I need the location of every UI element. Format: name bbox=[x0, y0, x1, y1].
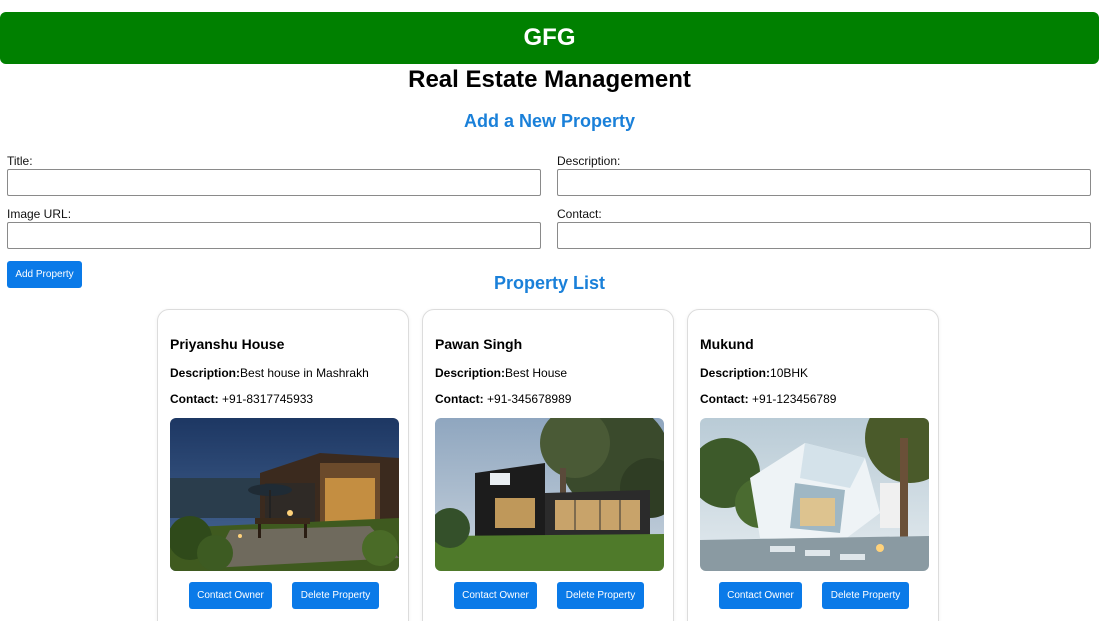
property-image bbox=[700, 418, 929, 571]
title-label: Title: bbox=[7, 154, 33, 168]
title-field: Title: bbox=[7, 154, 541, 196]
property-card: Priyanshu House Description:Best house i… bbox=[157, 309, 409, 621]
contact-value: +91-8317745933 bbox=[222, 392, 314, 406]
property-contact: Contact: +91-8317745933 bbox=[170, 392, 313, 406]
description-key: Description: bbox=[170, 366, 241, 380]
contact-field: Contact: bbox=[557, 207, 1091, 249]
contact-owner-button[interactable]: Contact Owner bbox=[189, 582, 272, 609]
add-property-heading: Add a New Property bbox=[463, 111, 636, 131]
property-title: Pawan Singh bbox=[435, 336, 523, 352]
description-key: Description: bbox=[435, 366, 506, 380]
contact-owner-button[interactable]: Contact Owner bbox=[454, 582, 537, 609]
contact-value: +91-345678989 bbox=[487, 392, 572, 406]
contact-owner-button[interactable]: Contact Owner bbox=[719, 582, 802, 609]
banner-title: GFG bbox=[523, 24, 576, 51]
property-contact: Contact: +91-345678989 bbox=[435, 392, 571, 406]
property-card: Mukund Description:10BHK Contact: +91-12… bbox=[687, 309, 939, 621]
property-list-heading: Property List bbox=[493, 273, 606, 293]
contact-key: Contact: bbox=[435, 392, 484, 406]
image-url-input[interactable] bbox=[7, 222, 541, 249]
property-image bbox=[170, 418, 399, 571]
contact-key: Contact: bbox=[700, 392, 749, 406]
contact-key: Contact: bbox=[170, 392, 219, 406]
contact-input[interactable] bbox=[557, 222, 1091, 249]
contact-label: Contact: bbox=[557, 207, 602, 221]
description-value: 10BHK bbox=[770, 366, 809, 380]
delete-property-button[interactable]: Delete Property bbox=[822, 582, 909, 609]
description-value: Best House bbox=[505, 366, 568, 380]
header-banner: GFG bbox=[0, 12, 1099, 64]
image-url-label: Image URL: bbox=[7, 207, 72, 221]
property-image bbox=[435, 418, 664, 571]
property-title: Priyanshu House bbox=[170, 336, 285, 352]
delete-property-button[interactable]: Delete Property bbox=[292, 582, 379, 609]
property-contact: Contact: +91-123456789 bbox=[700, 392, 836, 406]
image-url-field: Image URL: bbox=[7, 207, 541, 249]
property-description: Description:Best House bbox=[435, 366, 567, 380]
description-input[interactable] bbox=[557, 169, 1091, 196]
description-key: Description: bbox=[700, 366, 771, 380]
page-title: Real Estate Management bbox=[408, 66, 691, 93]
property-title: Mukund bbox=[700, 336, 754, 352]
description-value: Best house in Mashrakh bbox=[240, 366, 369, 380]
property-card: Pawan Singh Description:Best House Conta… bbox=[422, 309, 674, 621]
description-field: Description: bbox=[557, 154, 1091, 196]
page: GFG Real Estate Management Add a New Pro… bbox=[0, 0, 1099, 621]
description-label: Description: bbox=[557, 154, 621, 168]
delete-property-button[interactable]: Delete Property bbox=[557, 582, 644, 609]
title-input[interactable] bbox=[7, 169, 541, 196]
contact-value: +91-123456789 bbox=[752, 392, 837, 406]
property-description: Description:Best house in Mashrakh bbox=[170, 366, 369, 380]
property-description: Description:10BHK bbox=[700, 366, 808, 380]
